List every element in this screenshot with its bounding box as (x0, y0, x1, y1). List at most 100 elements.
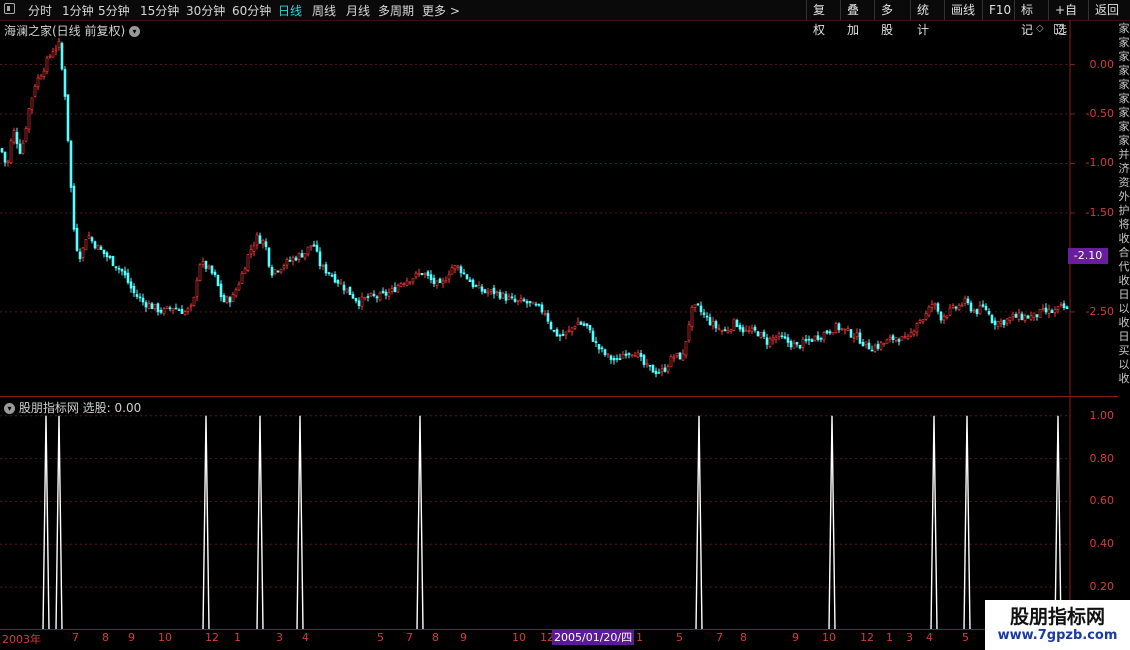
period-tab-9[interactable]: 多周期 (378, 2, 414, 19)
candle-body (264, 241, 268, 248)
period-tab-3[interactable]: 15分钟 (140, 2, 179, 19)
candle-body (933, 302, 937, 306)
candle-body (771, 337, 775, 341)
toolbar-button-1[interactable]: 叠加 (840, 0, 874, 37)
candle-body (717, 328, 721, 331)
candle-body (204, 260, 208, 269)
candle-body (450, 267, 454, 275)
candle-body (852, 337, 856, 339)
candle-body (876, 343, 880, 349)
candle-body (426, 271, 430, 276)
candle-body (921, 319, 925, 323)
right-info-strip: 家家家家家家家家家并济资外护将收合代收日以收日买以收 (1118, 22, 1130, 632)
candle-body (48, 55, 52, 58)
candle-body (126, 272, 130, 283)
candle-body (87, 235, 91, 239)
candle-body (477, 285, 481, 289)
candlestick-chart[interactable] (0, 20, 1118, 396)
candle-body (513, 298, 517, 302)
period-tab-1[interactable]: 1分钟 (62, 2, 94, 19)
candle-body (54, 48, 58, 51)
candle-body (675, 352, 679, 357)
candle-body (636, 352, 640, 358)
toolbar-button-8[interactable]: 返回 (1088, 0, 1130, 20)
candle-body (825, 330, 829, 334)
window-icon[interactable] (4, 3, 15, 14)
candle-body (891, 335, 895, 341)
candle-body (495, 291, 499, 293)
candle-body (567, 329, 571, 332)
candle-body (384, 291, 388, 296)
candle-body (420, 273, 424, 276)
signal-chart[interactable] (0, 397, 1118, 630)
candle-body (189, 304, 193, 307)
strip-char: 家 (1118, 134, 1130, 147)
candle-body (9, 140, 13, 164)
candle-body (30, 97, 34, 110)
candle-body (489, 289, 493, 292)
candle-body (468, 279, 472, 283)
candle-body (366, 296, 370, 298)
candle-body (585, 323, 589, 326)
toolbar-button-4[interactable]: 画线 (944, 0, 982, 20)
candle-body (756, 331, 760, 337)
candle-body (735, 319, 739, 328)
candle-body (42, 70, 46, 77)
candle-body (864, 341, 868, 345)
signal-spike (202, 415, 210, 630)
watermark-url: www.7gpzb.com (997, 628, 1118, 643)
candle-body (819, 337, 823, 340)
period-tab-6[interactable]: 日线 (278, 2, 302, 19)
date-tick-label: 4 (302, 631, 309, 644)
period-tab-7[interactable]: 周线 (312, 2, 336, 19)
candle-body (222, 295, 226, 303)
toolbar-button-3[interactable]: 统计 (910, 0, 944, 37)
period-tab-0[interactable]: 分时 (28, 2, 52, 19)
candle-body (1023, 315, 1027, 321)
toolbar-button-5[interactable]: F10 (982, 0, 1014, 20)
toolbar-button-6[interactable]: 标记 (1014, 0, 1048, 37)
candle-body (690, 307, 694, 327)
candle-body (732, 318, 736, 331)
candle-body (807, 338, 811, 341)
period-tab-2[interactable]: 5分钟 (98, 2, 130, 19)
candle-body (810, 339, 814, 342)
period-tab-10[interactable]: 更多 > (422, 2, 460, 19)
signal-spike (930, 415, 938, 630)
period-tab-8[interactable]: 月线 (346, 2, 370, 19)
candle-body (228, 297, 232, 303)
candle-body (633, 355, 637, 357)
candle-body (231, 294, 235, 302)
candle-body (339, 282, 343, 285)
candle-body (594, 341, 598, 343)
candle-body (402, 283, 406, 286)
candle-body (162, 308, 166, 315)
signal-spike (1054, 415, 1062, 630)
candle-body (564, 331, 568, 336)
strip-char: 以 (1118, 358, 1130, 371)
candle-body (762, 331, 766, 337)
candle-body (804, 339, 808, 342)
candle-body (909, 332, 913, 337)
strip-char: 收 (1118, 316, 1130, 329)
period-tab-4[interactable]: 30分钟 (186, 2, 225, 19)
candle-body (141, 297, 145, 303)
signal-spike (296, 415, 304, 630)
candle-body (831, 332, 835, 335)
candle-body (177, 309, 181, 311)
candle-body (963, 297, 967, 304)
candle-body (528, 301, 532, 303)
candle-body (924, 313, 928, 320)
toolbar-button-0[interactable]: 复权 (806, 0, 840, 37)
candle-body (867, 342, 871, 350)
candle-body (93, 241, 97, 249)
period-tab-5[interactable]: 60分钟 (232, 2, 271, 19)
candle-body (237, 283, 241, 291)
toolbar-button-2[interactable]: 多股 (874, 0, 910, 37)
date-tick-label: 7 (716, 631, 723, 644)
signal-spike (416, 415, 424, 630)
toolbar-button-7[interactable]: +自选 (1048, 0, 1088, 37)
candle-body (195, 279, 199, 297)
candle-body (948, 307, 952, 316)
strip-char: 买 (1118, 344, 1130, 357)
